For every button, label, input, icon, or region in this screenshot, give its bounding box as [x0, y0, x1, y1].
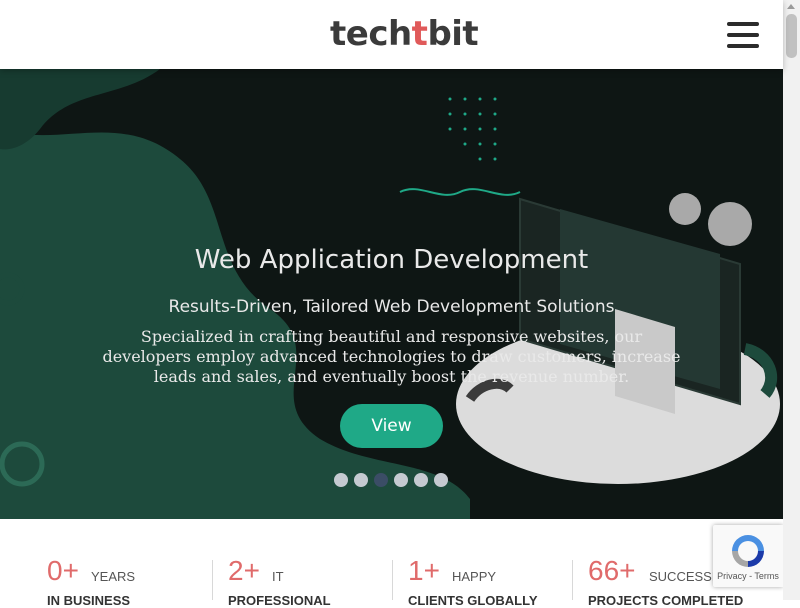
slider-dot-1[interactable]: [334, 473, 348, 487]
page-scrollbar[interactable]: [783, 0, 800, 600]
logo-prefix: tech: [330, 14, 412, 54]
stat-label: HAPPY: [452, 569, 497, 584]
stat-label: YEARS: [91, 569, 136, 584]
slider-dot-5[interactable]: [414, 473, 428, 487]
hero-wave-shape: [0, 129, 470, 519]
stat-number: 2+: [228, 555, 260, 586]
scroll-up-arrow-icon[interactable]: [787, 4, 795, 9]
stats-section: 0+ YEARS IN BUSINESS 2+ IT PROFESSIONAL …: [0, 519, 783, 608]
hero-slider: Web Application Development Results-Driv…: [0, 69, 783, 519]
techbit-logo[interactable]: techtbit: [330, 14, 479, 54]
hamburger-icon[interactable]: [727, 22, 759, 48]
view-button[interactable]: View: [340, 404, 443, 448]
scrollbar-thumb[interactable]: [786, 14, 797, 58]
stat-sublabel: PROJECTS COMPLETED: [588, 593, 744, 608]
hero-squiggle: [399, 188, 521, 196]
hero-subtitle: Results-Driven, Tailored Web Development…: [168, 297, 615, 317]
hamburger-line: [727, 22, 759, 26]
stat-number: 66+: [588, 555, 636, 586]
gear-icon: [669, 193, 701, 225]
stat-divider: [392, 560, 393, 600]
stat-number: 1+: [408, 555, 440, 586]
recaptcha-badge[interactable]: Privacy - Terms: [713, 525, 783, 587]
recaptcha-icon: [732, 535, 764, 567]
stat-sublabel: CLIENTS GLOBALLY: [408, 593, 538, 608]
stat-sublabel: IN BUSINESS: [47, 593, 131, 608]
slider-dot-4[interactable]: [394, 473, 408, 487]
hero-description: Specialized in crafting beautiful and re…: [102, 327, 681, 386]
gear-icon: [708, 202, 752, 246]
stat-sublabel: PROFESSIONAL: [228, 593, 331, 608]
hero-illustration: [0, 69, 780, 519]
logo-accent: t: [411, 14, 428, 54]
recaptcha-terms-link[interactable]: Privacy - Terms: [713, 571, 783, 581]
slider-dot-6[interactable]: [434, 473, 448, 487]
slider-dot-2[interactable]: [354, 473, 368, 487]
stat-divider: [572, 560, 573, 600]
hero-title: Web Application Development: [194, 245, 589, 275]
hero-dot-pattern: [448, 97, 497, 161]
hamburger-line: [727, 44, 759, 48]
stat-number: 0+: [47, 555, 79, 586]
stat-divider: [212, 560, 213, 600]
logo-suffix: bit: [427, 14, 479, 54]
stat-label: IT: [272, 569, 284, 584]
site-header: techtbit: [0, 0, 783, 69]
slider-dot-3[interactable]: [374, 473, 388, 487]
hamburger-line: [727, 33, 759, 37]
